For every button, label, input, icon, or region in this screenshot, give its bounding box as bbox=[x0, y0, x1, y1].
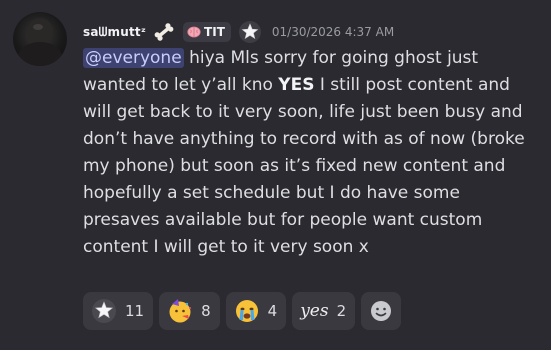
message-emphasis: YES bbox=[278, 75, 315, 95]
yes-sticker: yes bbox=[300, 301, 329, 321]
crying-face-icon bbox=[235, 300, 258, 322]
username[interactable]: saᗯmuttᶻ bbox=[83, 25, 146, 40]
chat-message: saᗯmuttᶻ TIT 01/30/2026 4:37 AM @everyon… bbox=[0, 0, 551, 350]
reaction-yes[interactable]: yes 2 bbox=[292, 292, 356, 330]
star-badge-icon[interactable] bbox=[238, 20, 262, 44]
reaction-count: 2 bbox=[336, 302, 347, 320]
reaction-count: 8 bbox=[201, 302, 211, 320]
message-line: presaves available but for people want c… bbox=[83, 210, 483, 230]
reactions-bar: 11 8 4 yes 2 bbox=[83, 292, 402, 330]
message-line: my phone) but soon as it’s fixed new con… bbox=[83, 156, 506, 176]
star-eyes-icon bbox=[92, 299, 116, 323]
message-line: content I will get to it very soon x bbox=[83, 237, 369, 257]
party-face-icon bbox=[169, 299, 192, 323]
message-content: @everyone hiya Mls sorry for going ghost… bbox=[83, 45, 545, 261]
role-tag-label: TIT bbox=[204, 25, 225, 39]
avatar[interactable] bbox=[13, 12, 67, 66]
bone-icon bbox=[154, 23, 174, 41]
reaction-count: 4 bbox=[267, 302, 278, 320]
message-line: wanted to let y’all kno bbox=[83, 75, 279, 95]
timestamp: 01/30/2026 4:37 AM bbox=[271, 25, 395, 39]
reaction-star-eyes[interactable]: 11 bbox=[83, 292, 154, 330]
reaction-crying-face[interactable]: 4 bbox=[225, 292, 287, 330]
brain-icon bbox=[187, 26, 201, 38]
add-reaction-button[interactable] bbox=[361, 292, 402, 330]
mention-everyone[interactable]: @everyone bbox=[83, 48, 184, 68]
reaction-party-face[interactable]: 8 bbox=[159, 292, 220, 330]
role-tag[interactable]: TIT bbox=[183, 22, 231, 42]
message-line: hopefully a set schedule but I do have s… bbox=[83, 183, 460, 203]
message-line: don’t have anything to record with as of… bbox=[83, 129, 525, 149]
add-reaction-icon bbox=[371, 301, 392, 321]
reaction-count: 11 bbox=[125, 302, 145, 320]
message-line: I still post content and bbox=[314, 75, 510, 95]
message-header: saᗯmuttᶻ TIT 01/30/2026 4:37 AM bbox=[83, 20, 394, 44]
message-line: will get back to it very soon, life just… bbox=[83, 102, 523, 122]
message-line: hiya Mls sorry for going ghost just bbox=[183, 48, 479, 68]
